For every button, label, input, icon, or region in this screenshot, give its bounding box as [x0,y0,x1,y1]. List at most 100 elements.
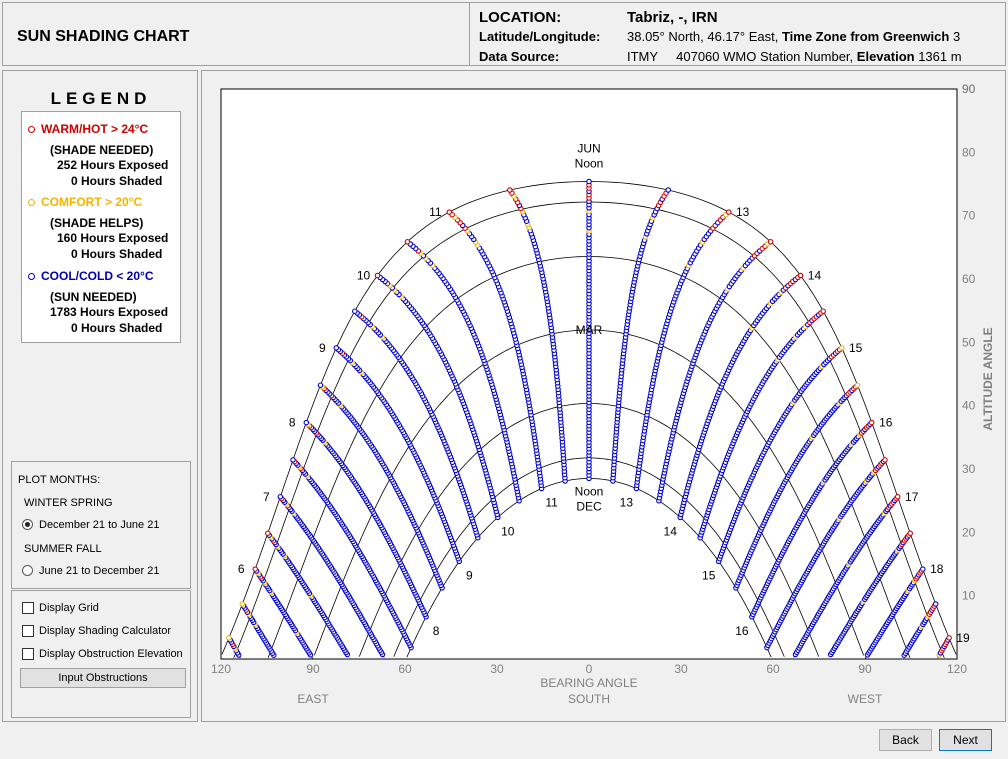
west-label: WEST [848,692,883,706]
x-tick-label: 90 [858,662,872,676]
chart-panel: 10 20 30 40 50 60 70 80 90 90 ALTITUDE ANGLE 120 90 6… [201,70,1006,722]
cool-dot-icon [28,273,35,281]
dec-label: DEC [576,499,602,513]
data-point [265,530,271,537]
location-row: LOCATION: Tabriz, -, IRN [479,9,718,26]
winter-spring-label: WINTER SPRING [24,497,113,509]
x-tick-label: 60 [766,662,780,676]
winter-spring-option[interactable]: December 21 to June 21 [39,519,159,531]
data-point [838,345,845,351]
jun-hour-label: 8 [289,416,296,430]
x-tick-label: 60 [398,662,412,676]
legend-cool-shaded: 0 Hours Shaded [71,321,163,335]
jun-hour-label: 10 [357,268,371,282]
data-point [333,345,340,351]
data-point [920,566,926,572]
summer-fall-label: SUMMER FALL [24,543,102,555]
display-shading-calculator-label[interactable]: Display Shading Calculator [39,625,171,637]
data-point [277,494,284,500]
source-label: Data Source: [479,49,560,64]
summer-fall-option[interactable]: June 21 to December 21 [39,565,159,577]
jun-hour-label: 16 [879,416,893,430]
data-point [868,419,875,426]
dec-hour-label: 14 [664,524,678,538]
display-grid-label[interactable]: Display Grid [39,602,99,614]
jun-hour-label: 14 [808,268,822,282]
app-title: SUN SHADING CHART [17,28,190,45]
source-row: Data Source: ITMY 407060 WMO Station Num… [479,49,962,64]
location-name: Tabriz, -, IRN [627,9,718,26]
x-tick-label: 0 [586,662,593,676]
jun-noon-label: Noon [575,157,604,171]
jun-hour-label: 6 [238,562,245,576]
jun-label: JUN [577,142,600,156]
legend-comfort-exposed: 160 Hours Exposed [57,231,169,245]
data-point [725,209,732,215]
data-point [303,419,310,426]
latlon-text: 38.05° North, 46.17° East, [627,29,779,44]
data-point [374,272,381,279]
back-button[interactable]: Back [879,729,932,751]
dec-hour-label: 9 [466,568,473,582]
y-tick-label: 60 [962,272,976,286]
dec-noon-label: Noon [575,484,604,498]
summer-fall-radio[interactable] [22,565,33,576]
comfort-dot-icon [28,199,35,207]
legend-comfort-text: COMFORT > 20°C [41,195,143,209]
y-tick-label: 80 [962,145,976,159]
data-point [352,308,358,314]
legend-comfort-note: (SHADE HELPS) [50,216,144,230]
data-point [932,601,939,607]
plot-months-title: PLOT MONTHS: [18,474,101,486]
data-point [882,457,888,463]
latlon-value: 38.05° North, 46.17° East, Time Zone fro… [627,29,960,44]
data-point [586,178,592,185]
display-grid-checkbox[interactable] [22,602,34,614]
next-button[interactable]: Next [939,729,992,751]
winter-spring-radio[interactable] [22,519,33,530]
x-tick-label: 30 [674,662,688,676]
data-point [446,209,453,215]
x-tick-label: 120 [947,662,967,676]
dec-hour-label: 10 [501,524,515,538]
x-axis-label: BEARING ANGLE [540,676,637,690]
y-tick-label: 30 [962,462,976,476]
display-options-group: Display Grid Display Shading Calculator … [11,590,191,718]
station-text: 407060 WMO Station Number, [676,49,854,64]
legend-warm-text: WARM/HOT > 24°C [41,122,149,136]
jun-hour-label: 7 [263,490,270,504]
data-point [894,494,901,500]
x-tick-label: 120 [211,662,231,676]
jun-hour-label: 11 [429,205,442,219]
data-point [507,187,513,193]
data-point [317,382,324,388]
legend-cool-text: COOL/COLD < 20°C [41,269,154,283]
display-obstruction-elevation-checkbox[interactable] [22,648,34,660]
data-point [946,635,952,641]
data-point [252,566,258,572]
y-tick-label: 20 [962,525,976,539]
dec-hour-label: 15 [702,568,716,582]
input-obstructions-button[interactable]: Input Obstructions [20,668,186,688]
legend-box: WARM/HOT > 24°C (SHADE NEEDED) 252 Hours… [21,111,181,343]
mar-label: MAR [576,323,603,337]
jun-hour-label: 17 [905,490,919,504]
display-shading-calculator-checkbox[interactable] [22,625,34,637]
display-obstruction-elevation-label[interactable]: Display Obstruction Elevation [39,648,183,660]
location-label: LOCATION: [479,9,562,26]
x-tick-label: 90 [306,662,320,676]
data-point [820,308,826,314]
legend-cool-label: COOL/COLD < 20°C [28,269,153,283]
header-divider [469,3,470,65]
jun-hour-label: 15 [849,341,863,355]
header-bar: SUN SHADING CHART LOCATION: Tabriz, -, I… [2,2,1006,66]
jun-hour-label: 18 [930,562,944,576]
dec-hour-label: 8 [433,624,440,638]
legend-cool-exposed: 1783 Hours Exposed [50,305,169,319]
dec-hour-label: 16 [735,624,749,638]
legend-warm-label: WARM/HOT > 24°C [28,122,148,136]
plot-months-group: PLOT MONTHS: WINTER SPRING December 21 t… [11,461,191,589]
legend-warm-exposed: 252 Hours Exposed [57,158,169,172]
source-value: ITMY 407060 WMO Station Number, Elevatio… [627,49,962,64]
dec-hour-label: 13 [620,496,634,510]
